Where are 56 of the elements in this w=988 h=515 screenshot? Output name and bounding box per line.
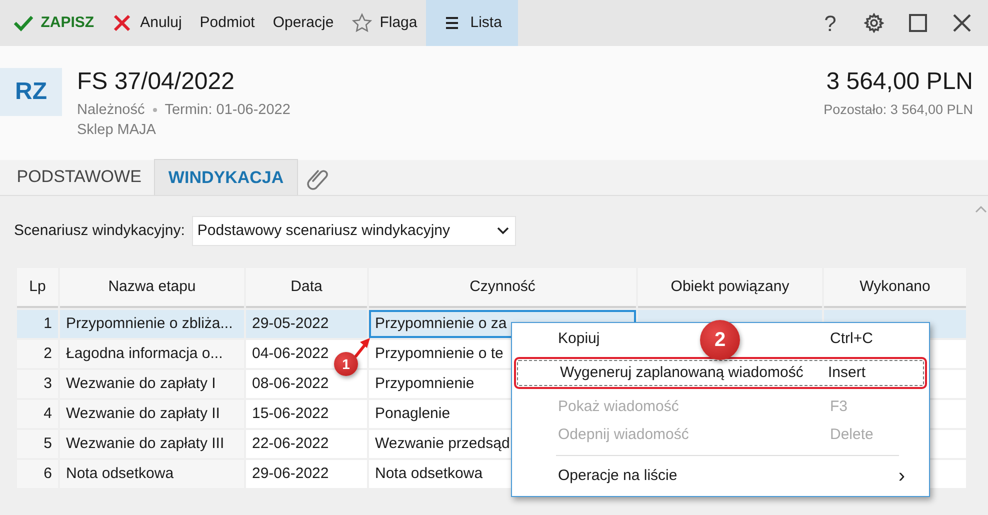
shortcut-label: F3 bbox=[830, 396, 849, 417]
cancel-button[interactable]: Anuluj bbox=[103, 0, 191, 46]
column-header[interactable]: Wykonano bbox=[824, 268, 966, 308]
toolbar-button[interactable]: Podmiot bbox=[190, 0, 264, 46]
table-cell: 29-05-2022 bbox=[246, 310, 367, 338]
separator-dot bbox=[152, 108, 157, 112]
maximize-icon bbox=[909, 14, 928, 32]
toolbar-button[interactable]: Operacje bbox=[264, 0, 343, 46]
help-button[interactable]: ? bbox=[808, 0, 852, 46]
column-header[interactable]: Nazwa etapu bbox=[60, 268, 244, 308]
column-header[interactable]: Obiekt powiązany bbox=[638, 268, 822, 308]
customer-name: Sklep MAJA bbox=[77, 120, 157, 140]
toolbar-button[interactable]: Lista bbox=[426, 0, 518, 46]
table-cell: 15-06-2022 bbox=[246, 400, 367, 428]
due-date: Termin: 01-06-2022 bbox=[164, 100, 290, 120]
shortcut-label: Delete bbox=[830, 424, 874, 445]
shortcut-label: Ctrl+C bbox=[830, 328, 874, 349]
table-cell: Wezwanie do zapłaty III bbox=[60, 430, 244, 458]
table-cell: 4 bbox=[17, 400, 58, 428]
table-cell: 5 bbox=[17, 430, 58, 458]
submenu-arrow: › bbox=[898, 464, 905, 489]
close-icon bbox=[112, 13, 132, 33]
tab[interactable]: PODSTAWOWE bbox=[4, 159, 154, 195]
toolbar-button[interactable]: Flaga bbox=[342, 0, 426, 46]
column-header[interactable]: Lp bbox=[17, 268, 58, 308]
scenario-dropdown[interactable]: Podstawowy scenariusz windykacyjny bbox=[192, 216, 516, 246]
table-cell: Wezwanie do zapłaty II bbox=[60, 400, 244, 428]
table-cell: Przypomnienie o zbliża... bbox=[60, 310, 244, 338]
table-cell: 22-06-2022 bbox=[246, 430, 367, 458]
shortcut-label: Insert bbox=[828, 362, 867, 383]
chevron-down-icon bbox=[497, 227, 510, 235]
table-cell: 6 bbox=[17, 460, 58, 488]
column-header[interactable]: Czynność bbox=[369, 268, 636, 308]
table-cell: Łagodna informacja o... bbox=[60, 340, 244, 368]
star-icon bbox=[352, 13, 372, 33]
table-cell: 2 bbox=[17, 340, 58, 368]
annotation-arrow bbox=[354, 338, 370, 358]
tab[interactable]: WINDYKACJA bbox=[154, 159, 298, 195]
field-label: Scenariusz windykacyjny: bbox=[14, 221, 185, 241]
settings-icon bbox=[864, 13, 884, 33]
check-icon bbox=[12, 13, 33, 33]
menu-item[interactable]: Wygeneruj zaplanowaną wiadomość Insert bbox=[514, 357, 927, 389]
save-button[interactable]: ZAPISZ bbox=[4, 0, 104, 46]
table-cell: Wezwanie do zapłaty I bbox=[60, 370, 244, 398]
column-header[interactable]: Data bbox=[246, 268, 367, 308]
close-icon bbox=[953, 14, 972, 32]
table-cell: 3 bbox=[17, 370, 58, 398]
document-type-badge: RZ bbox=[0, 68, 62, 116]
document-title: FS 37/04/2022 bbox=[77, 68, 236, 96]
table-cell: 08-06-2022 bbox=[246, 370, 367, 398]
document-type: Należność bbox=[77, 100, 145, 120]
table-cell: 1 bbox=[17, 310, 58, 338]
table-cell: Nota odsetkowa bbox=[60, 460, 244, 488]
remaining-amount: Pozostało: 3 564,00 PLN bbox=[824, 100, 973, 119]
table-cell: 29-06-2022 bbox=[246, 460, 367, 488]
amount: 3 564,00 PLN bbox=[825, 68, 973, 96]
